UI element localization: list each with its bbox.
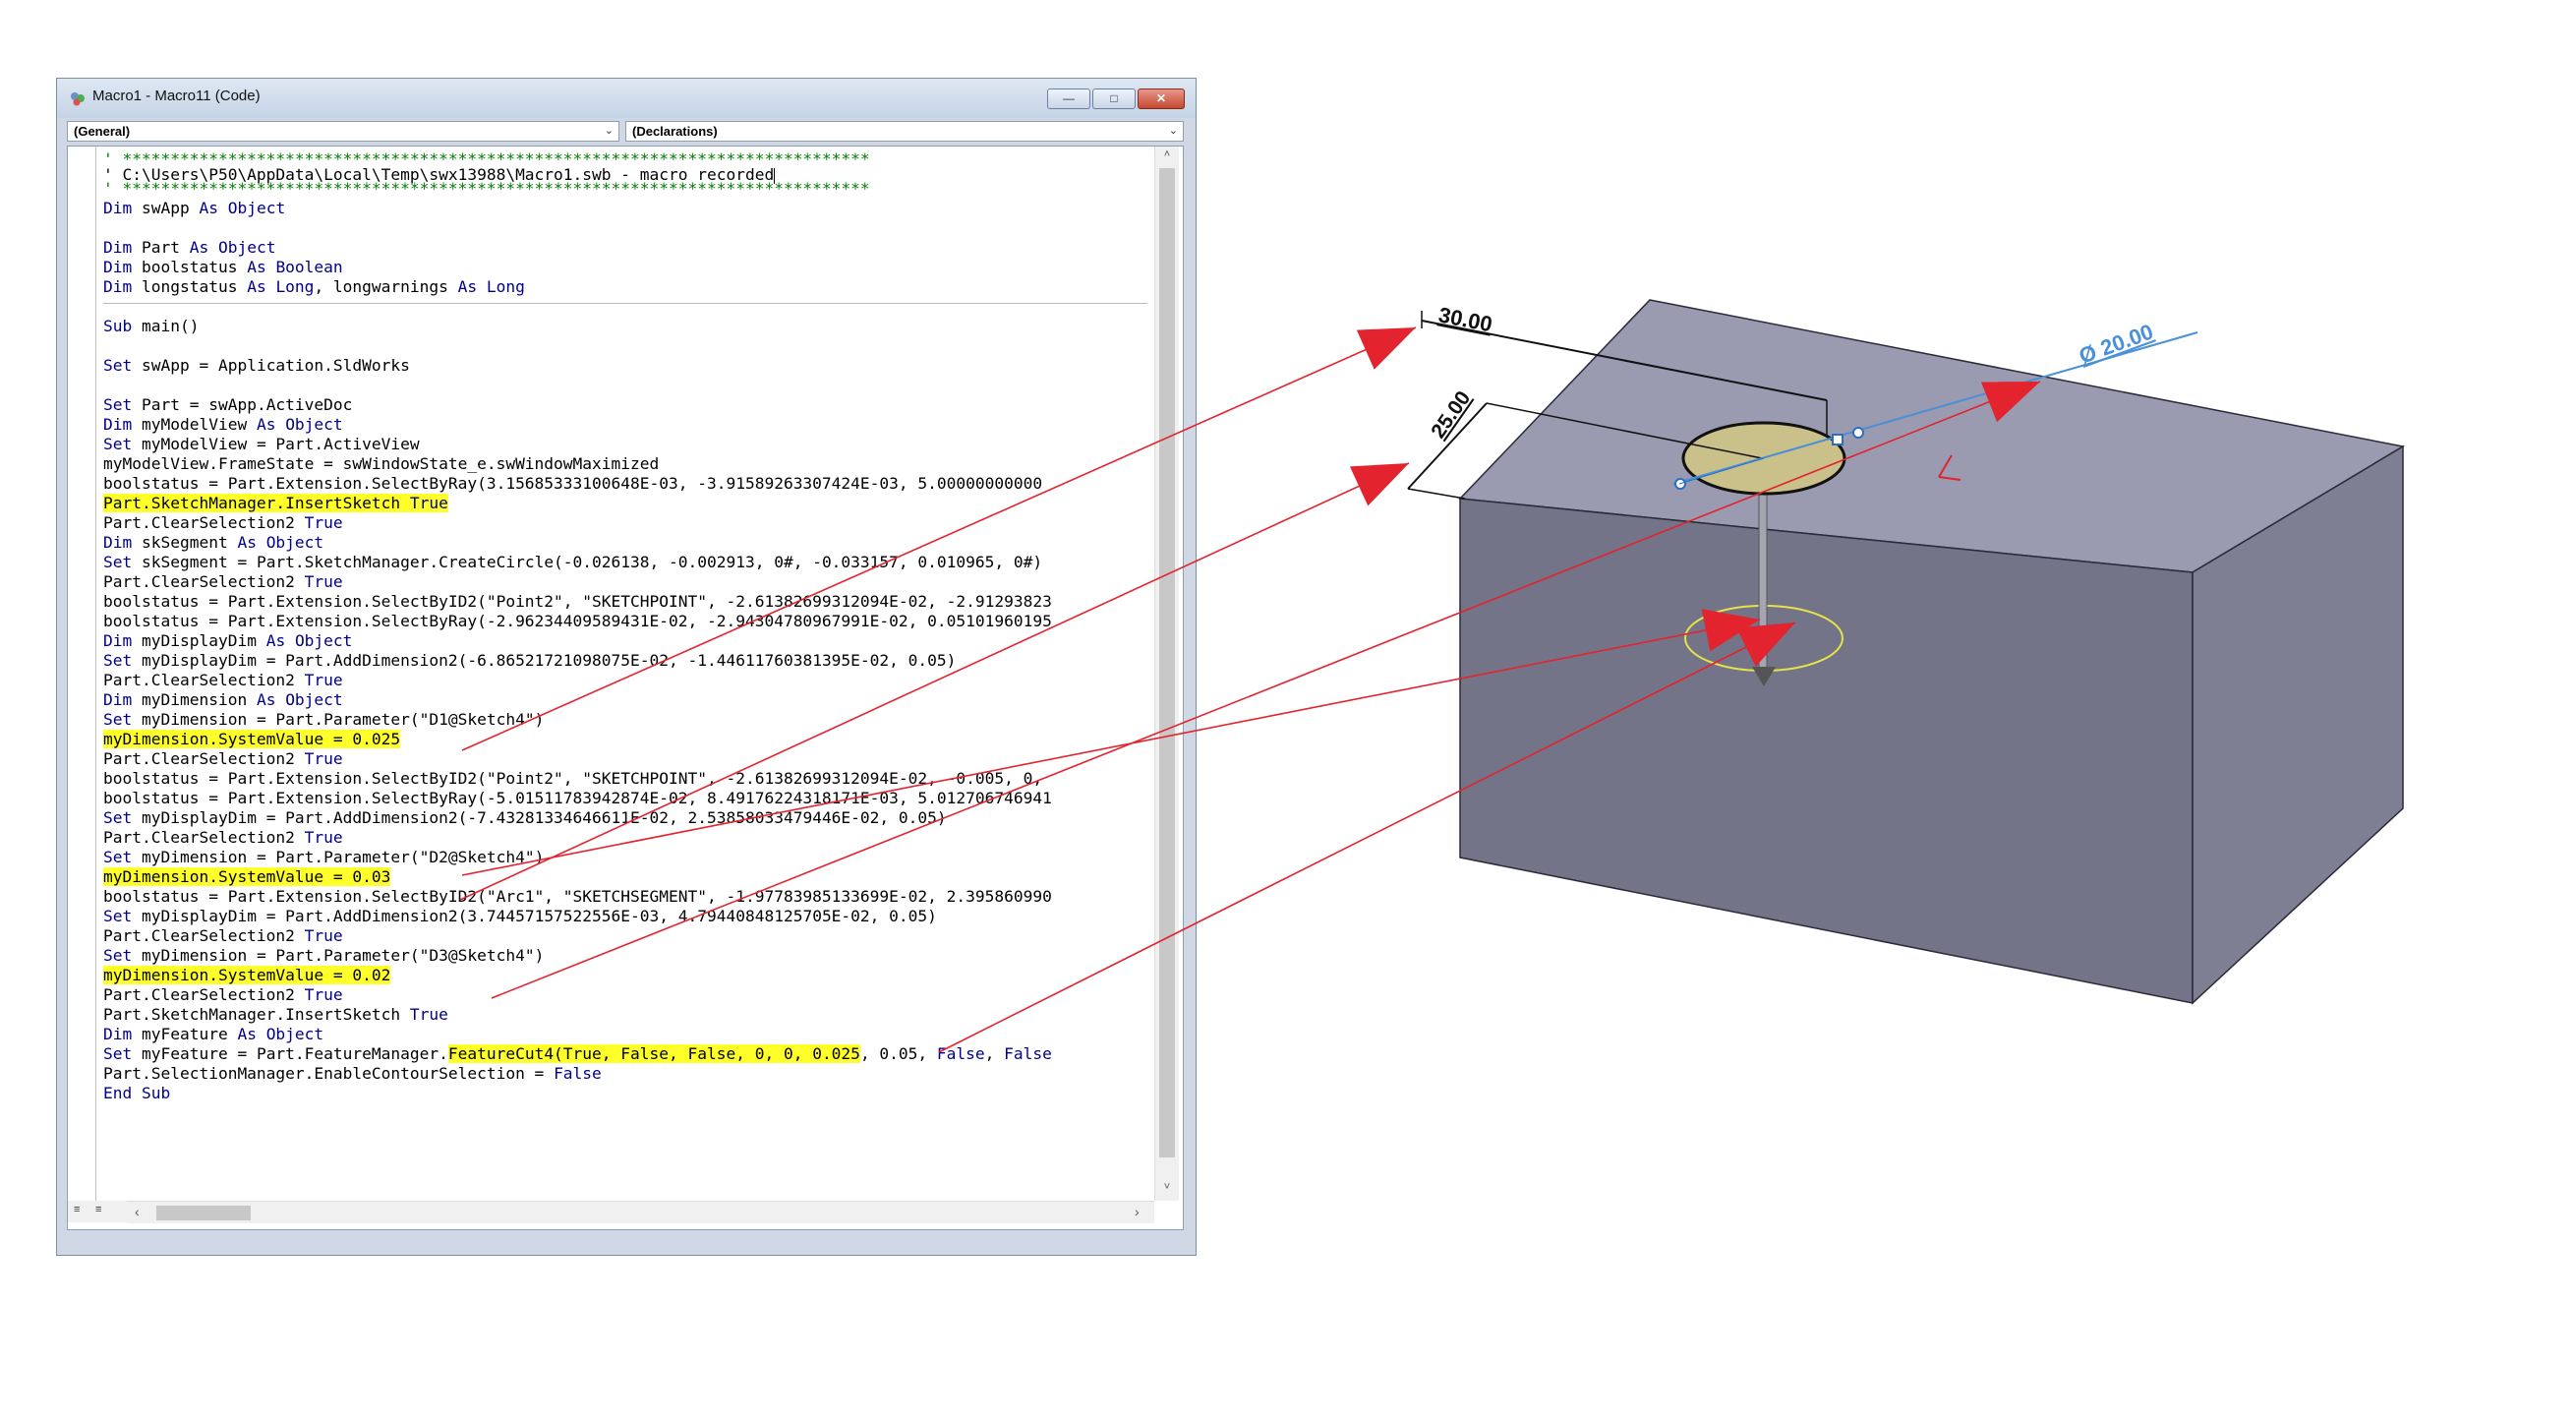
cad-viewport: 30.00 25.00 Ø 20.00 bbox=[459, 299, 2406, 1053]
dim-diameter-label[interactable]: Ø 20.00 bbox=[2076, 319, 2156, 368]
dim-25-ext-2 bbox=[1407, 488, 1466, 500]
annotation-arrow-line bbox=[459, 462, 1410, 901]
block-front-face[interactable] bbox=[1459, 498, 2194, 1004]
annotation-arrowhead-icon bbox=[1349, 463, 1409, 506]
dimension-grip-icon[interactable] bbox=[1852, 427, 1864, 439]
sketch-point-handle[interactable] bbox=[1832, 434, 1844, 445]
dim-30-label[interactable]: 30.00 bbox=[1436, 302, 1494, 336]
annotation-arrowhead-icon bbox=[1356, 327, 1416, 370]
dim-25-label[interactable]: 25.00 bbox=[1427, 387, 1475, 443]
